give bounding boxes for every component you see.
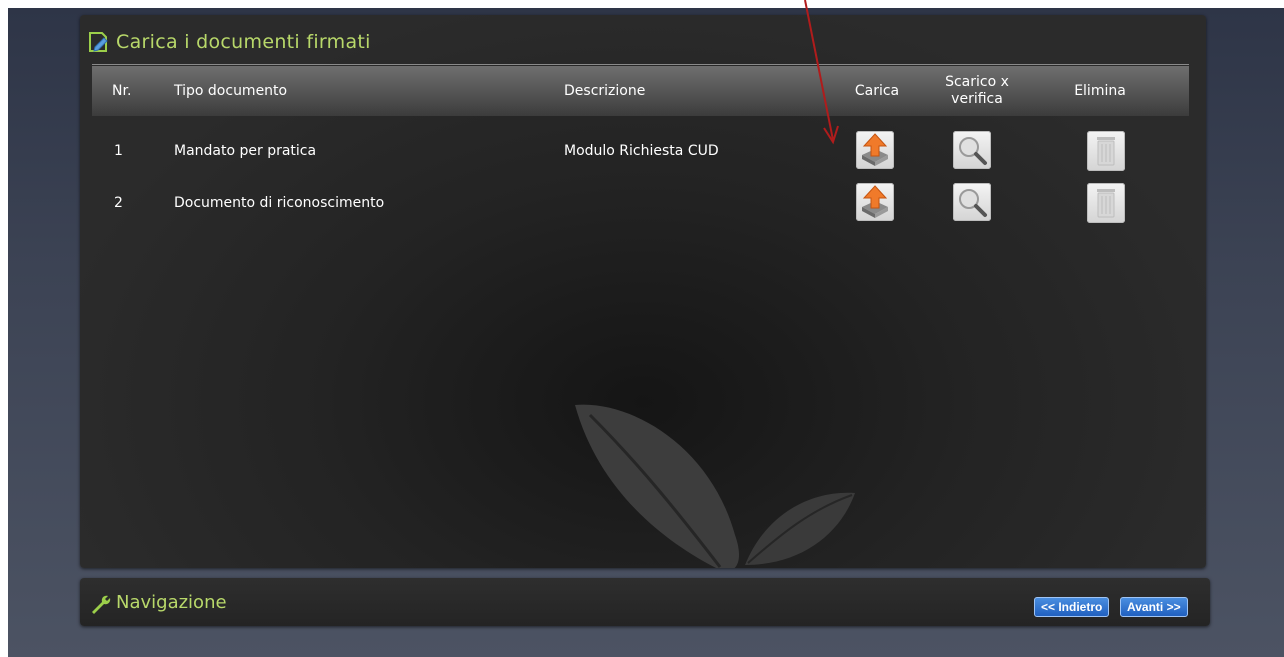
upload-icon	[862, 133, 888, 166]
back-button[interactable]: << Indietro	[1034, 597, 1110, 617]
row-number: 2	[114, 195, 123, 211]
annotation-arrow	[804, 0, 839, 145]
leaf-watermark	[575, 404, 855, 568]
navigation-title: Navigazione	[116, 592, 227, 613]
column-header-elimina: Elimina	[1074, 82, 1126, 99]
wrench-icon	[92, 595, 111, 614]
upload-icon	[862, 185, 888, 218]
column-header-descrizione: Descrizione	[564, 83, 646, 99]
column-header-scarico-line2: verifica	[951, 91, 1003, 107]
upload-button[interactable]	[856, 183, 894, 221]
verify-download-button[interactable]	[953, 131, 991, 169]
column-header-tipo: Tipo documento	[174, 83, 288, 99]
header-divider	[92, 64, 1189, 65]
magnifier-icon	[959, 189, 987, 217]
magnifier-icon	[959, 137, 987, 165]
upload-button[interactable]	[856, 131, 894, 169]
panel-title: Carica i documenti firmati	[116, 31, 371, 53]
delete-button[interactable]	[1087, 131, 1125, 171]
upload-documents-panel: Carica i documenti firmati Nr. Tipo docu…	[80, 15, 1206, 568]
row-number: 1	[114, 143, 123, 159]
next-button[interactable]: Avanti >>	[1120, 597, 1188, 617]
row-description: Modulo Richiesta CUD	[564, 143, 719, 159]
table-row: 2 Documento di riconoscimento	[92, 183, 1189, 223]
panel-header: Carica i documenti firmati	[88, 27, 1188, 57]
navigation-bar: Navigazione << Indietro Avanti >>	[80, 578, 1210, 626]
delete-button[interactable]	[1087, 183, 1125, 223]
document-edit-icon	[89, 32, 108, 52]
column-header-nr: Nr.	[112, 83, 132, 99]
trash-icon	[1097, 189, 1115, 218]
row-document-type: Documento di riconoscimento	[174, 195, 385, 211]
table-header: Nr. Tipo documento Descrizione Carica Sc…	[92, 66, 1189, 116]
column-header-scarico: Scarico x verifica	[932, 66, 1022, 116]
verify-download-button[interactable]	[953, 183, 991, 221]
table-row: 1 Mandato per pratica Modulo Richiesta C…	[92, 131, 1189, 171]
row-document-type: Mandato per pratica	[174, 143, 317, 159]
trash-icon	[1097, 137, 1115, 166]
column-header-scarico-line1: Scarico x	[945, 74, 1009, 90]
